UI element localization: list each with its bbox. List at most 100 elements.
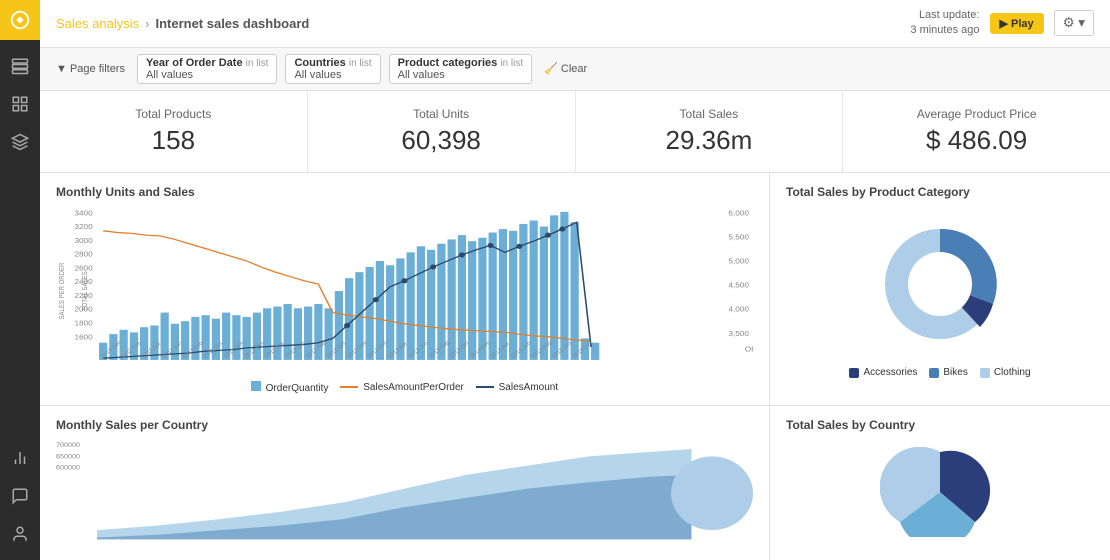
sidebar-item-layers[interactable]: [4, 50, 36, 82]
chart-dot: [344, 323, 350, 328]
kpi-total-products-label: Total Products: [60, 107, 287, 121]
sidebar-item-user[interactable]: [4, 518, 36, 550]
filter-chip-categories[interactable]: Product categories in list All values: [389, 54, 533, 84]
header-controls: Last update: 3 minutes ago ▶ Play ⚙ ▾: [910, 8, 1094, 39]
legend-line-orange: [340, 386, 358, 388]
chart-dot: [459, 252, 465, 257]
monthly-sales-country-svg: 700000 650000 600000: [56, 438, 753, 549]
legend-dot-clothing: [980, 368, 990, 378]
kpi-total-products-value: 158: [60, 125, 287, 156]
play-button[interactable]: ▶ Play: [990, 13, 1044, 34]
monthly-sales-country-title: Monthly Sales per Country: [56, 418, 753, 432]
donut-svg: [850, 209, 1030, 359]
filter-year-val: All values: [146, 69, 193, 81]
kpi-avg-price: Average Product Price $ 486.09: [843, 91, 1110, 172]
kpi-total-units: Total Units 60,398: [308, 91, 576, 172]
bar: [489, 232, 497, 359]
sidebar-item-box[interactable]: [4, 126, 36, 158]
filter-year-label: Year of Order Date: [146, 57, 243, 69]
y-axis-title-left: SALES PER ORDER: [59, 262, 67, 319]
sidebar: [0, 0, 40, 560]
filter-chip-year[interactable]: Year of Order Date in list All values: [137, 54, 277, 84]
sidebar-item-chat[interactable]: [4, 480, 36, 512]
legend-sales-amount: SalesAmount: [476, 382, 558, 393]
bar: [540, 226, 548, 359]
filter-chips: Year of Order Date in list All values Co…: [137, 54, 532, 84]
y-axis-val: 650000: [56, 453, 80, 460]
kpi-avg-price-value: $ 486.09: [863, 125, 1090, 156]
chart-dot: [430, 264, 436, 269]
breadcrumb-parent[interactable]: Sales analysis: [56, 16, 139, 31]
chart-dot: [373, 297, 379, 302]
kpi-total-units-value: 60,398: [328, 125, 555, 156]
filter-chip-countries[interactable]: Countries in list All values: [285, 54, 380, 84]
legend-dot-bikes: [929, 368, 939, 378]
filters-bar: ▼ Page filters Year of Order Date in lis…: [40, 48, 1110, 91]
legend-line-dark: [476, 386, 494, 388]
monthly-units-sales-title: Monthly Units and Sales: [56, 185, 753, 199]
filter-countries-label: Countries: [294, 57, 345, 69]
chart-dot: [488, 243, 494, 248]
kpi-total-units-label: Total Units: [328, 107, 555, 121]
y-axis-label: 1800: [74, 319, 92, 327]
app-logo[interactable]: [0, 0, 40, 40]
filter-categories-type: in list: [500, 58, 523, 69]
breadcrumb-current: Internet sales dashboard: [155, 16, 309, 31]
country-chart-container: [786, 438, 1094, 546]
filter-countries-val: All values: [294, 69, 341, 81]
monthly-units-sales-panel: Monthly Units and Sales 3400 3200 3000 2…: [40, 173, 769, 406]
chart-dot: [401, 278, 407, 283]
legend-bikes: Bikes: [929, 367, 967, 378]
y-axis-right-label: 6,000: [728, 209, 749, 217]
legend-clothing: Clothing: [980, 367, 1031, 378]
y-axis-right-label: ORDERS: [745, 345, 753, 353]
settings-button[interactable]: ⚙ ▾: [1054, 10, 1094, 36]
legend-square-blue: [251, 381, 261, 391]
kpi-total-sales: Total Sales 29.36m: [576, 91, 844, 172]
sidebar-bottom: [4, 442, 36, 560]
y-axis-right-label: 3,500: [728, 329, 749, 337]
mini-pie: [671, 456, 753, 530]
y-axis-label: 2800: [74, 250, 92, 258]
country-sales-panel: Total Sales by Country: [770, 406, 1110, 560]
y-axis-label: 3200: [74, 223, 92, 231]
product-category-title: Total Sales by Product Category: [786, 185, 1094, 199]
filter-year-type: in list: [246, 58, 269, 69]
chart-dot: [516, 244, 522, 249]
clear-filters-button[interactable]: 🧹 Clear: [544, 62, 587, 75]
breadcrumb: Sales analysis › Internet sales dashboar…: [56, 16, 309, 31]
charts-right: Total Sales by Product Category: [770, 173, 1110, 560]
y-axis-val: 700000: [56, 442, 80, 449]
bar: [345, 278, 353, 360]
y-axis-right-label: 5,000: [728, 257, 749, 265]
monthly-chart-legend: OrderQuantity SalesAmountPerOrder SalesA…: [56, 381, 753, 394]
bar: [499, 229, 507, 360]
bar: [407, 252, 415, 360]
sidebar-item-analytics[interactable]: [4, 442, 36, 474]
donut-legend: Accessories Bikes Clothing: [849, 367, 1030, 378]
bar: [468, 241, 476, 360]
last-update-info: Last update: 3 minutes ago: [910, 8, 979, 39]
y-axis-title-left2: TOTAL SALES: [81, 270, 89, 310]
kpi-total-products: Total Products 158: [40, 91, 308, 172]
sidebar-item-grid[interactable]: [4, 88, 36, 120]
legend-sales-per-order: SalesAmountPerOrder: [340, 382, 463, 393]
last-update-time: 3 minutes ago: [910, 23, 979, 38]
product-category-panel: Total Sales by Product Category: [770, 173, 1110, 406]
charts-left: Monthly Units and Sales 3400 3200 3000 2…: [40, 173, 770, 560]
legend-dot-accessories: [849, 368, 859, 378]
filter-categories-label: Product categories: [398, 57, 498, 69]
monthly-chart-svg: 3400 3200 3000 2800 2600 2400 2200 2000 …: [56, 205, 753, 377]
legend-label-clothing: Clothing: [994, 367, 1031, 378]
country-pie-svg: [880, 447, 1000, 537]
header: Sales analysis › Internet sales dashboar…: [40, 0, 1110, 48]
main-content: Sales analysis › Internet sales dashboar…: [40, 0, 1110, 560]
legend-label-accessories: Accessories: [863, 367, 917, 378]
page-filters-toggle[interactable]: ▼ Page filters: [56, 63, 125, 75]
filter-categories-val: All values: [398, 69, 445, 81]
kpi-total-sales-value: 29.36m: [596, 125, 823, 156]
y-axis-label: 2600: [74, 264, 92, 272]
legend-label-bikes: Bikes: [943, 367, 967, 378]
y-axis-label: 3400: [74, 209, 92, 217]
y-axis-label: 1600: [74, 333, 92, 341]
